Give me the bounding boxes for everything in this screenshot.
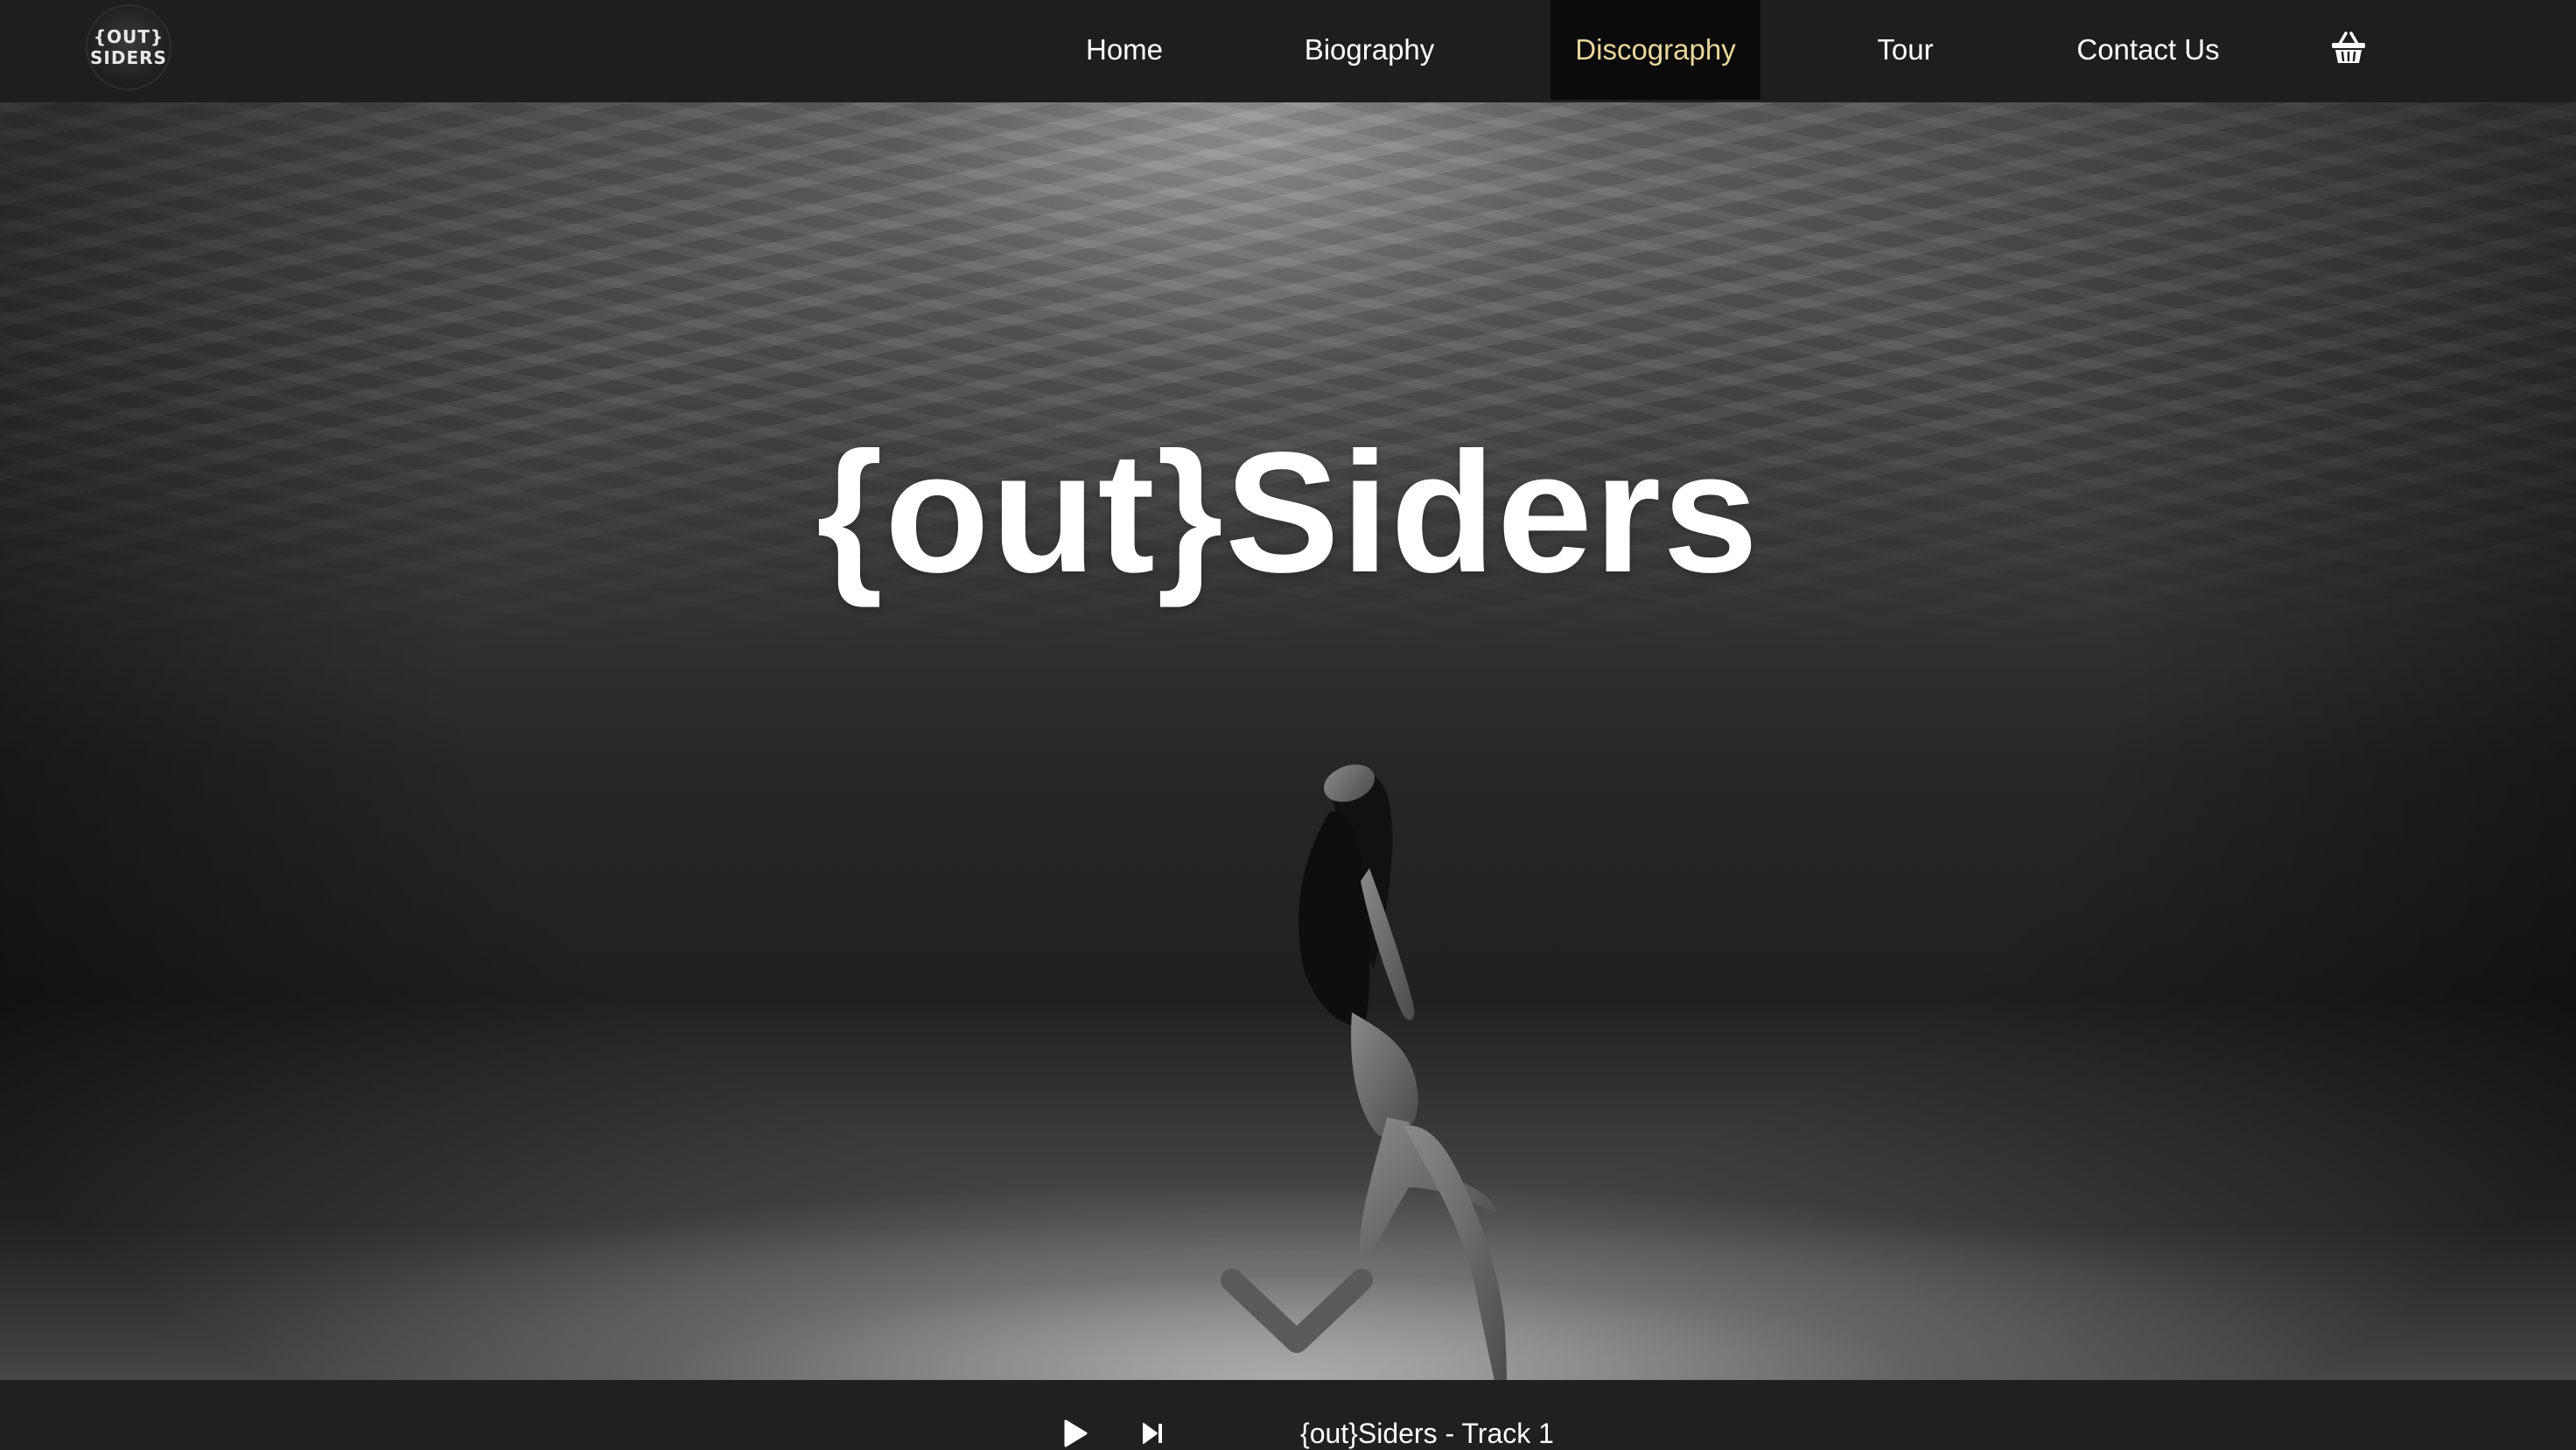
- play-icon[interactable]: [1062, 1418, 1088, 1448]
- nav-item-home[interactable]: Home: [1050, 0, 1199, 100]
- hero-section: {out}Siders: [0, 102, 2576, 1380]
- skip-next-icon[interactable]: [1139, 1420, 1166, 1446]
- page: {OUT} SIDERS Home Biography Discography …: [0, 0, 2576, 1450]
- hero-title: {out}Siders: [816, 417, 1760, 609]
- nav-item-biography[interactable]: Biography: [1278, 0, 1461, 100]
- nav-item-discography[interactable]: Discography: [1550, 0, 1760, 100]
- nav-item-tour[interactable]: Tour: [1842, 0, 1969, 100]
- site-header: {OUT} SIDERS Home Biography Discography …: [0, 0, 2576, 102]
- shopping-basket-icon[interactable]: [2328, 26, 2370, 68]
- logo-line-1: {OUT}: [93, 26, 164, 47]
- logo-line-2: SIDERS: [90, 47, 167, 68]
- music-player-bar: {out}Siders - Track 1: [0, 1380, 2576, 1450]
- band-logo[interactable]: {OUT} SIDERS: [86, 4, 172, 90]
- track-title: {out}Siders - Track 1: [1300, 1418, 1554, 1449]
- nav-item-contact-us[interactable]: Contact Us: [2052, 0, 2244, 100]
- chevron-down-icon[interactable]: [1216, 1264, 1377, 1361]
